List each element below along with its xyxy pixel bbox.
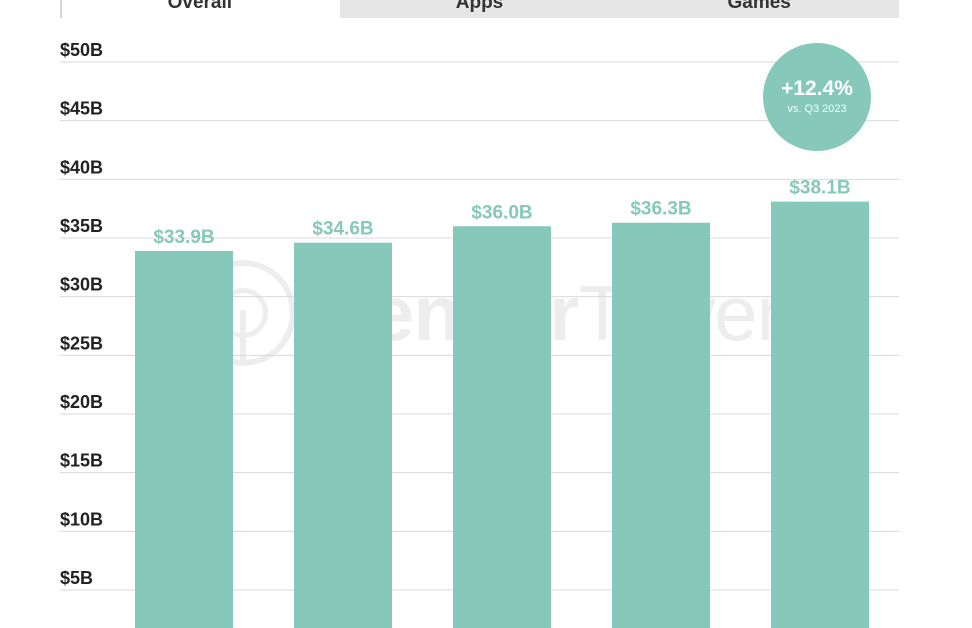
bar-data-label: $34.6B: [312, 219, 373, 240]
y-tick-label: $45B: [60, 99, 103, 119]
bar-data-label: $36.0B: [471, 202, 532, 223]
y-tick-label: $50B: [60, 40, 103, 60]
y-tick-label: $15B: [60, 451, 103, 471]
y-tick-label: $25B: [60, 333, 103, 353]
bar: [294, 242, 392, 628]
y-tick-label: $5B: [60, 568, 93, 588]
growth-badge-subtitle: vs. Q3 2023: [787, 103, 847, 115]
y-tick-label: $35B: [60, 216, 103, 236]
growth-badge-value: +12.4%: [781, 77, 853, 100]
y-tick-label: $20B: [60, 392, 103, 412]
y-tick-label: $40B: [60, 157, 103, 177]
bar: [771, 201, 869, 628]
y-tick-label: $10B: [60, 509, 103, 529]
bar-data-label: $33.9B: [153, 227, 214, 248]
bar-data-label: $36.3B: [630, 199, 691, 220]
bar: [612, 222, 710, 628]
growth-badge: +12.4% vs. Q3 2023: [763, 43, 871, 151]
bar-data-label: $38.1B: [789, 178, 850, 199]
y-tick-label: $30B: [60, 275, 103, 295]
bar: [453, 226, 551, 628]
bar: [135, 250, 233, 628]
